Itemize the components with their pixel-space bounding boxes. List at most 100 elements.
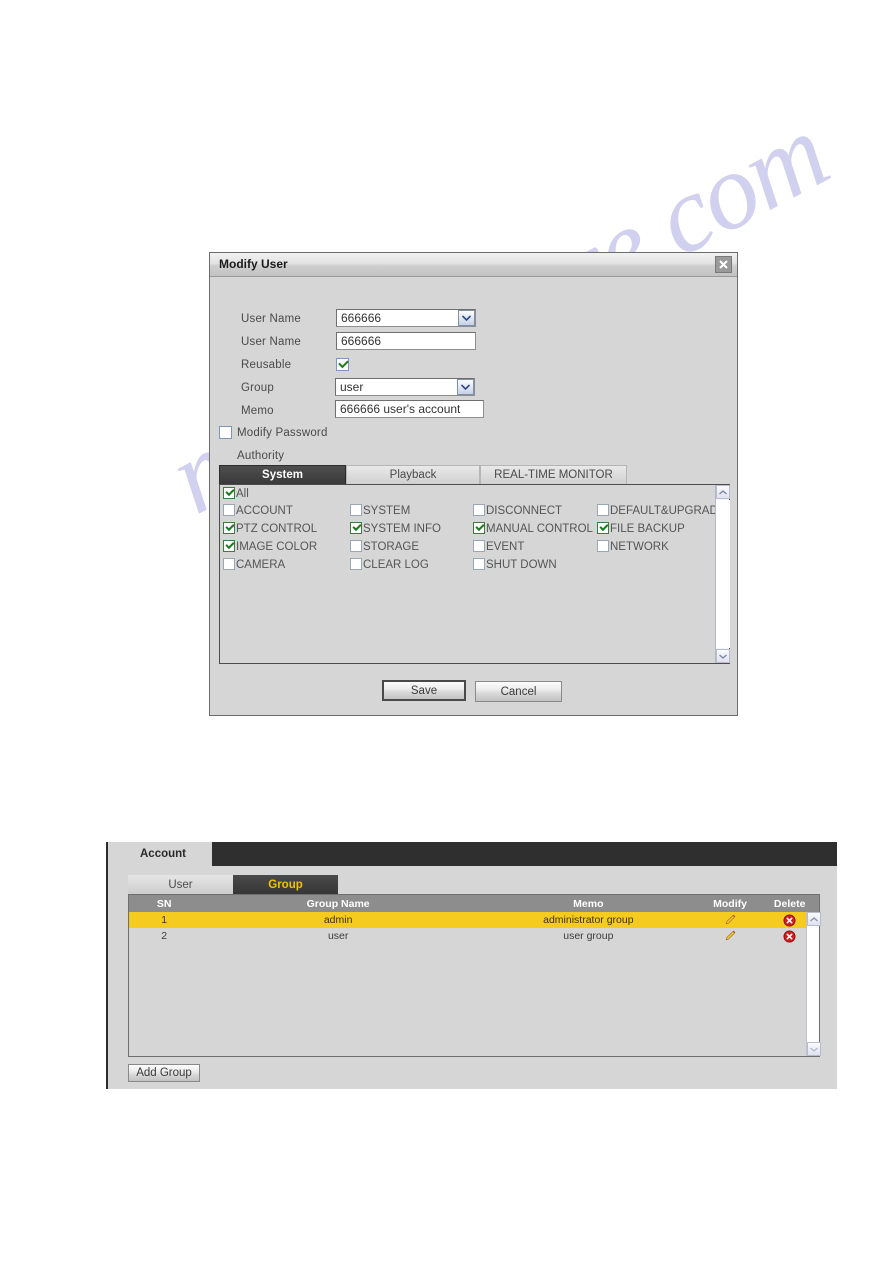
column-header-delete: Delete [773,897,806,910]
permission-account[interactable]: ACCOUNT [223,504,293,517]
tab-real-time-monitor-label: REAL-TIME MONITOR [494,469,613,481]
account-header-bar: Account [108,842,837,866]
permission-label: MANUAL CONTROL [486,523,593,535]
user-select-label: User Name [241,313,301,325]
sub-tab-user[interactable]: User [128,875,233,894]
column-header-group-name: Group Name [306,897,370,910]
account-panel: Account User Group SN Group Name Memo Mo… [106,842,837,1089]
table-body: 1 admin administrator group 2 user user group [129,912,819,944]
table-header-row: SN Group Name Memo Modify Delete [129,895,819,912]
account-body: User Group SN Group Name Memo Modify Del… [108,866,837,1089]
permission-image-color[interactable]: IMAGE COLOR [223,540,317,553]
permission-all-checkbox[interactable] [223,487,235,499]
permission-checkbox[interactable] [597,504,609,516]
permission-system[interactable]: SYSTEM [350,504,410,517]
permission-label: SYSTEM INFO [363,523,441,535]
reusable-checkbox[interactable] [336,358,349,371]
permission-camera[interactable]: CAMERA [223,558,285,571]
dialog-body: User Name 666666 User Name 666666 Reusab… [210,277,737,716]
save-button[interactable]: Save [382,680,466,701]
permission-file-backup[interactable]: FILE BACKUP [597,522,685,535]
tab-account-label: Account [140,848,186,860]
permission-checkbox[interactable] [350,558,362,570]
dialog-title-bar: Modify User [210,253,737,277]
close-icon[interactable] [715,256,732,273]
permission-ptz-control[interactable]: PTZ CONTROL [223,522,317,535]
table-row[interactable]: 2 user user group [129,928,819,944]
chevron-down-icon[interactable] [458,310,475,326]
column-header-modify: Modify [713,897,747,910]
permission-checkbox[interactable] [597,540,609,552]
permission-shut-down[interactable]: SHUT DOWN [473,558,557,571]
cell-group-name: admin [323,914,353,926]
permission-checkbox[interactable] [473,558,485,570]
permission-system-info[interactable]: SYSTEM INFO [350,522,441,535]
column-header-sn: SN [156,897,172,910]
cancel-button[interactable]: Cancel [475,681,562,702]
permission-disconnect[interactable]: DISCONNECT [473,504,562,517]
pencil-icon[interactable] [700,928,761,944]
cell-sn: 1 [161,914,168,926]
permission-clear-log[interactable]: CLEAR LOG [350,558,429,571]
permission-checkbox[interactable] [473,504,485,516]
permission-label: DEFAULT&UPGRADE [610,505,726,517]
chevron-down-icon[interactable] [457,379,474,395]
permission-checkbox[interactable] [223,522,235,534]
chevron-down-icon[interactable] [716,649,730,663]
modify-password-checkbox[interactable] [219,426,232,439]
permission-checkbox[interactable] [223,540,235,552]
scrollbar-track[interactable] [716,500,730,648]
memo-label: Memo [241,405,274,417]
tab-playback-label: Playback [389,469,437,481]
permission-label: ACCOUNT [236,505,293,517]
page-root: manualshive.com Modify User User Name 66… [0,0,893,1263]
permission-checkbox[interactable] [223,504,235,516]
tab-real-time-monitor[interactable]: REAL-TIME MONITOR [480,465,627,484]
authority-scrollbar[interactable] [715,485,730,663]
permission-checkbox[interactable] [597,522,609,534]
cell-sn: 2 [161,930,168,942]
tab-playback[interactable]: Playback [346,465,480,484]
permission-label: CAMERA [236,559,286,571]
permission-checkbox[interactable] [350,540,362,552]
user-name-select[interactable]: 666666 [336,309,476,327]
add-group-button[interactable]: Add Group [128,1064,200,1082]
permission-label: FILE BACKUP [610,523,685,535]
permission-label: PTZ CONTROL [236,523,318,535]
tab-system[interactable]: System [219,465,346,484]
permission-checkbox[interactable] [473,540,485,552]
group-label: Group [241,382,274,394]
chevron-down-icon[interactable] [807,1042,821,1056]
reusable-label: Reusable [241,359,292,371]
permission-label: SYSTEM [363,505,411,517]
tab-account[interactable]: Account [108,842,212,866]
permission-network[interactable]: NETWORK [597,540,669,553]
permission-checkbox[interactable] [350,522,362,534]
table-row[interactable]: 1 admin administrator group [129,912,819,928]
permission-checkbox[interactable] [473,522,485,534]
permission-label: NETWORK [610,541,669,553]
column-header-memo: Memo [573,897,604,910]
chevron-up-icon[interactable] [716,485,730,499]
permission-all[interactable]: All [223,487,249,500]
group-select[interactable]: user [335,378,475,396]
permission-storage[interactable]: STORAGE [350,540,419,553]
pencil-icon[interactable] [700,912,761,928]
account-sub-tabs: User Group [128,875,338,894]
permission-manual-control[interactable]: MANUAL CONTROL [473,522,593,535]
memo-input[interactable]: 666666 user's account [335,400,484,418]
user-name-input[interactable]: 666666 [336,332,476,350]
table-scrollbar[interactable] [806,912,821,1056]
permission-checkbox[interactable] [223,558,235,570]
permission-event[interactable]: EVENT [473,540,524,553]
permission-label: IMAGE COLOR [236,541,318,553]
authority-label: Authority [237,450,285,462]
permission-default-upgrade[interactable]: DEFAULT&UPGRADE [597,504,725,517]
modify-user-dialog: Modify User User Name 666666 User Name 6… [209,252,738,716]
chevron-up-icon[interactable] [807,912,821,926]
sub-tab-group[interactable]: Group [233,875,338,894]
sub-tab-group-label: Group [268,878,303,891]
permission-checkbox[interactable] [350,504,362,516]
authority-panel: All ACCOUNT SYSTEM DISCONNECT DEFAULT&UPGRA… [219,484,730,664]
permission-all-label: All [236,488,249,500]
